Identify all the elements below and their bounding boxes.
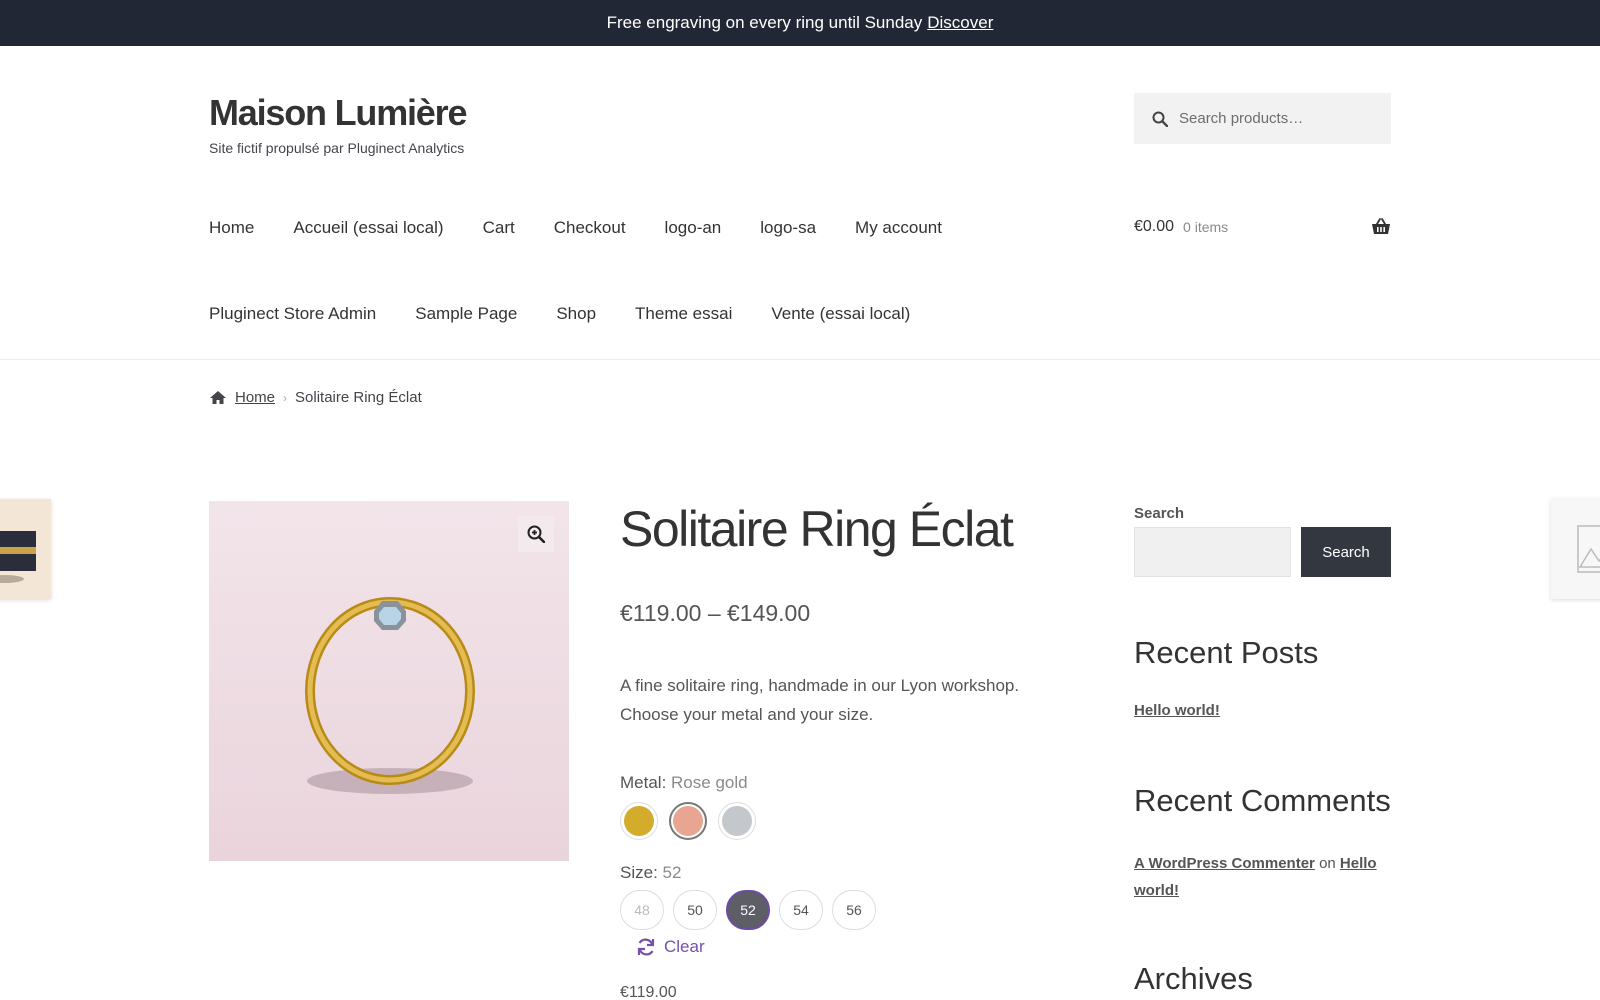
sidebar-search-button[interactable]: Search bbox=[1301, 527, 1391, 577]
ring-image bbox=[305, 597, 475, 794]
home-icon bbox=[210, 391, 226, 404]
size-option-54[interactable]: 54 bbox=[779, 890, 823, 930]
nav-item-theme-essai[interactable]: Theme essai bbox=[635, 304, 732, 324]
nav-item-accueil[interactable]: Accueil (essai local) bbox=[293, 218, 443, 238]
site-title[interactable]: Maison Lumière bbox=[209, 92, 467, 134]
breadcrumb-current: Solitaire Ring Éclat bbox=[295, 389, 422, 406]
size-options: 48 50 52 54 56 bbox=[620, 890, 885, 930]
size-label: Size bbox=[620, 863, 654, 882]
site-tagline: Site fictif propulsé par Pluginect Analy… bbox=[209, 140, 465, 156]
recent-comment: A WordPress Commenter on Hello world! bbox=[1134, 850, 1394, 904]
sidebar-search-label: Search bbox=[1134, 505, 1185, 522]
cart-item-count: 0 items bbox=[1183, 219, 1229, 235]
promo-discover-link[interactable]: Discover bbox=[927, 13, 993, 33]
swatch-color bbox=[673, 806, 703, 836]
header-divider bbox=[0, 359, 1600, 360]
size-option-50[interactable]: 50 bbox=[673, 890, 717, 930]
nav-item-cart[interactable]: Cart bbox=[483, 218, 515, 238]
size-attribute: Size: 52 bbox=[620, 863, 682, 882]
metal-attribute: Metal: Rose gold bbox=[620, 773, 748, 792]
clear-selection-link[interactable]: Clear bbox=[636, 937, 705, 957]
product-image[interactable] bbox=[209, 501, 569, 861]
comment-on-text: on bbox=[1319, 855, 1336, 872]
variation-price: €119.00 bbox=[620, 984, 677, 1000]
product-description: A fine solitaire ring, handmade in our L… bbox=[620, 676, 1020, 724]
nav-item-shop[interactable]: Shop bbox=[556, 304, 596, 324]
metal-label: Metal bbox=[620, 773, 662, 792]
basket-icon bbox=[1372, 218, 1390, 234]
product-title: Solitaire Ring Éclat bbox=[620, 501, 1014, 557]
nav-item-home[interactable]: Home bbox=[209, 218, 254, 238]
nav-item-checkout[interactable]: Checkout bbox=[554, 218, 626, 238]
clear-label: Clear bbox=[664, 937, 705, 956]
promo-text: Free engraving on every ring until Sunda… bbox=[606, 13, 923, 32]
search-icon bbox=[1152, 111, 1168, 127]
comment-author-link[interactable]: A WordPress Commenter bbox=[1134, 855, 1315, 872]
nav-item-logo-an[interactable]: logo-an bbox=[665, 218, 722, 238]
size-option-52[interactable]: 52 bbox=[726, 890, 770, 930]
product-search-input[interactable]: Search products… bbox=[1134, 93, 1391, 144]
swatch-color bbox=[722, 806, 752, 836]
nav-item-vente[interactable]: Vente (essai local) bbox=[771, 304, 910, 324]
swatch-color bbox=[624, 806, 654, 836]
metal-swatch-gold[interactable] bbox=[620, 802, 658, 840]
primary-nav-row-1: Home Accueil (essai local) Cart Checkout… bbox=[209, 218, 981, 238]
metal-swatch-rose-gold[interactable] bbox=[669, 802, 707, 840]
recent-comments-heading: Recent Comments bbox=[1134, 783, 1391, 818]
next-product-thumbnail[interactable] bbox=[1551, 499, 1600, 599]
zoom-button[interactable] bbox=[518, 516, 554, 552]
metal-swatches bbox=[620, 802, 767, 840]
cart-amount: €0.00 bbox=[1134, 218, 1175, 235]
archives-heading: Archives bbox=[1134, 961, 1253, 996]
size-option-48[interactable]: 48 bbox=[620, 890, 664, 930]
size-selected-value: 52 bbox=[662, 863, 682, 882]
recent-post-link[interactable]: Hello world! bbox=[1134, 702, 1220, 719]
product-price-range: €119.00 – €149.00 bbox=[620, 600, 811, 626]
size-option-56[interactable]: 56 bbox=[832, 890, 876, 930]
breadcrumb-home-link[interactable]: Home bbox=[235, 389, 275, 406]
header-cart[interactable]: €0.00 0 items bbox=[1134, 218, 1391, 236]
zoom-in-icon bbox=[527, 525, 545, 543]
sidebar-search-input[interactable] bbox=[1134, 527, 1291, 577]
primary-nav-row-2: Pluginect Store Admin Sample Page Shop T… bbox=[209, 304, 949, 324]
nav-item-store-admin[interactable]: Pluginect Store Admin bbox=[209, 304, 376, 324]
previous-product-thumbnail[interactable] bbox=[0, 499, 51, 599]
image-placeholder-icon bbox=[1577, 525, 1600, 573]
site-branding: Maison Lumière Site fictif propulsé par … bbox=[209, 92, 467, 156]
refresh-icon bbox=[637, 938, 655, 956]
metal-swatch-silver[interactable] bbox=[718, 802, 756, 840]
chevron-right-icon: › bbox=[283, 390, 288, 405]
previous-product-image bbox=[0, 531, 36, 583]
promo-bar: Free engraving on every ring until Sunda… bbox=[0, 0, 1600, 46]
product-search-placeholder: Search products… bbox=[1179, 110, 1304, 127]
nav-item-logo-sa[interactable]: logo-sa bbox=[760, 218, 816, 238]
breadcrumb: Home › Solitaire Ring Éclat bbox=[209, 389, 422, 406]
recent-posts-heading: Recent Posts bbox=[1134, 635, 1319, 670]
nav-item-my-account[interactable]: My account bbox=[855, 218, 942, 238]
nav-item-sample-page[interactable]: Sample Page bbox=[415, 304, 517, 324]
metal-selected-value: Rose gold bbox=[671, 773, 748, 792]
